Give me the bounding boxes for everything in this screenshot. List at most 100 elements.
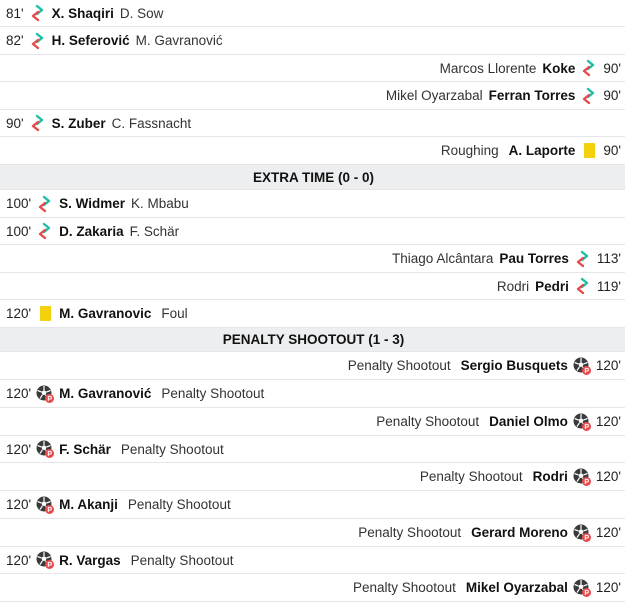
- event-player: Sergio Busquets: [460, 358, 568, 373]
- event-minute: 82': [6, 33, 24, 48]
- event-player: H. Seferović: [51, 33, 130, 48]
- event-minute: 120': [6, 441, 32, 457]
- event-minute: 119': [596, 278, 621, 294]
- yellow-card-icon: [35, 304, 55, 324]
- event-row-home[interactable]: 100' S. Widmer K. Mbabu: [0, 190, 625, 218]
- event-detail: Penalty Shootout: [358, 525, 462, 540]
- event-row-away[interactable]: Penalty Shootout Mikel Oyarzabal 120': [0, 574, 625, 602]
- event-player: Koke: [542, 60, 576, 76]
- event-detail: Rodri: [496, 278, 530, 294]
- penalty-ball-icon: [35, 439, 55, 459]
- event-detail: Penalty Shootout: [130, 552, 234, 568]
- event-player: R. Vargas: [59, 552, 121, 568]
- match-events-timeline: 81' X. Shaqiri D. Sow 82' H. Seferović M. Gav…: [0, 0, 625, 602]
- event-player: Rodri: [532, 469, 568, 484]
- event-detail: Penalty Shootout: [419, 469, 523, 484]
- event-minute: 81': [6, 5, 24, 21]
- event-minute: 120': [595, 358, 621, 373]
- substitution-icon: [28, 31, 48, 51]
- event-detail: Thiago Alcântara: [392, 251, 494, 266]
- event-player: Pedri: [535, 278, 569, 294]
- event-player: Mikel Oyarzabal: [465, 580, 568, 595]
- event-row-away[interactable]: Mikel Oyarzabal Ferran Torres 90': [0, 82, 625, 110]
- event-player: F. Schär: [59, 441, 111, 457]
- event-detail: Penalty Shootout: [347, 358, 451, 373]
- substitution-icon: [579, 86, 599, 106]
- penalty-ball-icon: [572, 523, 592, 543]
- event-row-home[interactable]: 100' D. Zakaria F. Schär: [0, 218, 625, 245]
- event-player: M. Gavranovic: [59, 306, 152, 321]
- event-row-away[interactable]: Penalty Shootout Daniel Olmo 120': [0, 408, 625, 436]
- penalty-ball-icon: [35, 495, 55, 515]
- event-player: Gerard Moreno: [471, 525, 568, 540]
- penalty-ball-icon: [572, 467, 592, 487]
- event-player: M. Akanji: [59, 497, 118, 512]
- penalty-ball-icon: [35, 550, 55, 570]
- event-row-away[interactable]: Penalty Shootout Rodri 120': [0, 463, 625, 491]
- event-row-home[interactable]: 120' F. Schär Penalty Shootout: [0, 436, 625, 463]
- event-minute: 120': [595, 580, 621, 595]
- event-detail: Foul: [161, 306, 188, 321]
- section-header: EXTRA TIME (0 - 0): [0, 165, 625, 190]
- section-header: PENALTY SHOOTOUT (1 - 3): [0, 328, 625, 352]
- substitution-icon: [573, 276, 593, 296]
- event-detail: K. Mbabu: [131, 196, 189, 211]
- event-minute: 120': [6, 386, 32, 401]
- event-row-away[interactable]: Rodri Pedri 119': [0, 273, 625, 300]
- event-detail: C. Fassnacht: [111, 115, 192, 131]
- section-header-label: EXTRA TIME (0 - 0): [252, 169, 374, 185]
- event-minute: 100': [6, 196, 32, 211]
- event-row-home[interactable]: 81' X. Shaqiri D. Sow: [0, 0, 625, 27]
- substitution-icon: [579, 58, 599, 78]
- event-minute: 120': [595, 414, 621, 429]
- event-player: M. Gavranović: [59, 386, 152, 401]
- substitution-icon: [28, 113, 48, 133]
- yellow-card-icon: [579, 141, 599, 161]
- event-minute: 90': [603, 88, 621, 103]
- event-minute: 120': [595, 525, 621, 540]
- event-row-home[interactable]: 120' M. Gavranovic Foul: [0, 300, 625, 328]
- event-row-home[interactable]: 82' H. Seferović M. Gavranović: [0, 27, 625, 55]
- event-detail: Marcos Llorente: [439, 60, 537, 76]
- event-detail: M. Gavranović: [135, 33, 223, 48]
- substitution-icon: [573, 249, 593, 269]
- event-detail: Penalty Shootout: [353, 580, 456, 595]
- event-player: D. Zakaria: [59, 223, 124, 239]
- substitution-icon: [35, 194, 55, 214]
- penalty-ball-icon: [572, 578, 592, 598]
- event-detail: Mikel Oyarzabal: [385, 88, 483, 103]
- event-player: A. Laporte: [508, 143, 576, 158]
- event-row-away[interactable]: Thiago Alcântara Pau Torres 113': [0, 245, 625, 273]
- event-detail: Penalty Shootout: [120, 441, 224, 457]
- event-minute: 90': [603, 60, 621, 76]
- event-detail: Penalty Shootout: [161, 386, 265, 401]
- event-detail: Roughing: [440, 143, 499, 158]
- event-detail: Penalty Shootout: [376, 414, 480, 429]
- event-row-away[interactable]: Penalty Shootout Gerard Moreno 120': [0, 519, 625, 547]
- event-player: S. Widmer: [59, 196, 126, 211]
- section-header-label: PENALTY SHOOTOUT (1 - 3): [222, 332, 405, 347]
- event-minute: 120': [595, 469, 621, 484]
- event-minute: 100': [6, 223, 32, 239]
- event-detail: D. Sow: [119, 5, 164, 21]
- event-minute: 120': [6, 497, 32, 512]
- event-player: Ferran Torres: [488, 88, 576, 103]
- event-detail: Penalty Shootout: [127, 497, 231, 512]
- event-row-home[interactable]: 120' R. Vargas Penalty Shootout: [0, 547, 625, 574]
- event-row-away[interactable]: Penalty Shootout Sergio Busquets 120': [0, 352, 625, 380]
- event-minute: 113': [596, 251, 621, 266]
- event-player: Daniel Olmo: [489, 414, 568, 429]
- penalty-ball-icon: [35, 384, 55, 404]
- penalty-ball-icon: [572, 356, 592, 376]
- event-minute: 120': [6, 306, 32, 321]
- event-minute: 120': [6, 552, 32, 568]
- substitution-icon: [35, 221, 55, 241]
- event-row-home[interactable]: 120' M. Gavranović Penalty Shootout: [0, 380, 625, 408]
- event-player: Pau Torres: [499, 251, 569, 266]
- penalty-ball-icon: [572, 412, 592, 432]
- event-row-away[interactable]: Roughing A. Laporte 90': [0, 137, 625, 165]
- event-row-home[interactable]: 120' M. Akanji Penalty Shootout: [0, 491, 625, 519]
- event-row-away[interactable]: Marcos Llorente Koke 90': [0, 55, 625, 82]
- event-row-home[interactable]: 90' S. Zuber C. Fassnacht: [0, 110, 625, 137]
- event-player: S. Zuber: [51, 115, 106, 131]
